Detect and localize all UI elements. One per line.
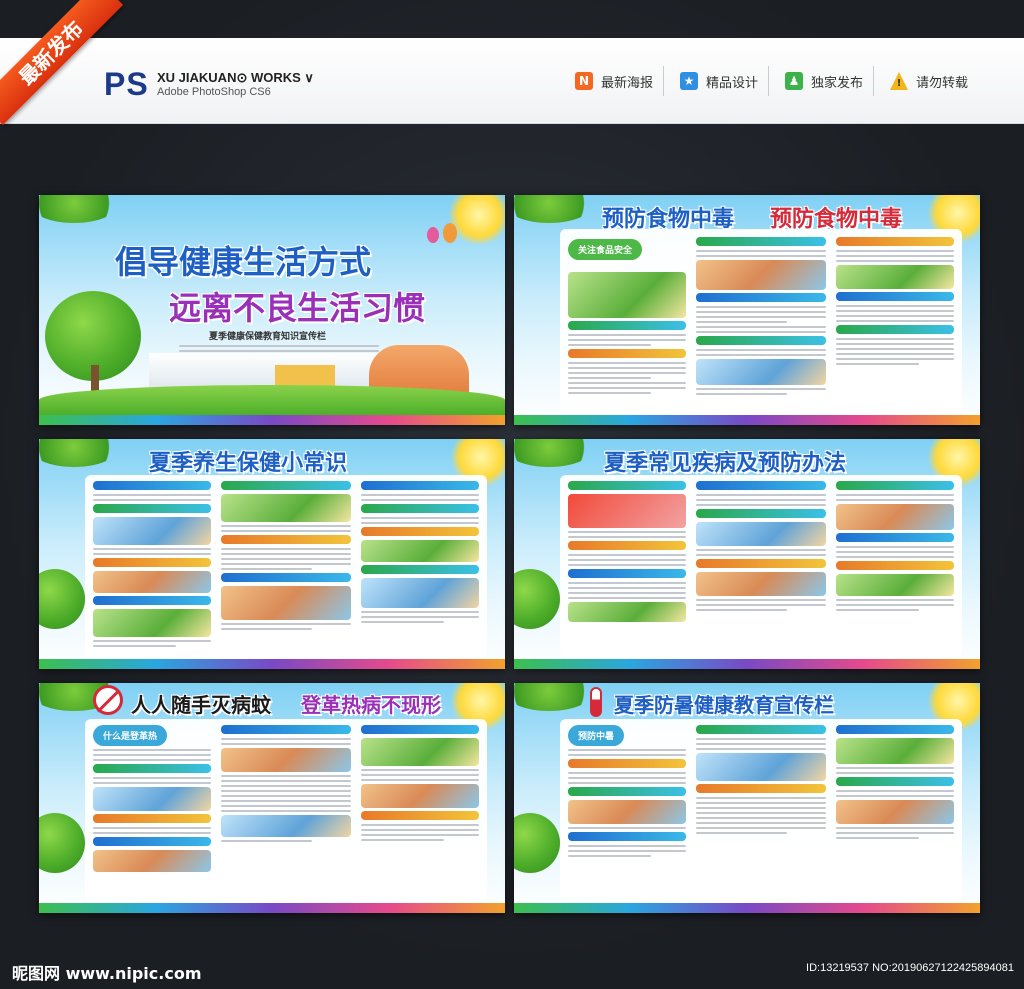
color-strip bbox=[514, 903, 980, 913]
tree-illustration bbox=[39, 569, 85, 629]
leaf-decoration bbox=[514, 439, 594, 467]
no-mosquito-icon bbox=[93, 685, 123, 715]
logo-title: XU JIAKUAN⊙ WORKS ∨ bbox=[157, 70, 314, 85]
warning-icon: ! bbox=[890, 72, 908, 90]
thermometer-icon bbox=[590, 687, 602, 717]
nav-item-exclusive[interactable]: ♟ 独家发布 bbox=[785, 68, 863, 94]
poster-dengue-prevention: 人人随手灭病蚊 登革热病不现形 什么是登革热 bbox=[39, 683, 505, 913]
divider bbox=[663, 66, 664, 96]
column bbox=[361, 481, 479, 626]
poster-heatstroke-prevention: 夏季防暑健康教育宣传栏 预防中暑 bbox=[514, 683, 980, 913]
poster-title: 夏季养生保健小常识 bbox=[149, 451, 348, 476]
grass-ground bbox=[39, 385, 505, 415]
column bbox=[696, 725, 826, 837]
content-board: 预防中暑 bbox=[560, 719, 962, 901]
leaf-decoration bbox=[514, 195, 594, 223]
topic-tag: 关注食品安全 bbox=[568, 239, 643, 260]
topic-tag: 预防中暑 bbox=[568, 725, 625, 746]
tree-illustration bbox=[514, 813, 560, 873]
content-board bbox=[560, 475, 962, 657]
watermark-logo: 昵图网 www.nipic.com bbox=[12, 964, 202, 983]
poster-title-a: 人人随手灭病蚊 bbox=[131, 693, 271, 717]
nav-item-latest[interactable]: N 最新海报 bbox=[575, 68, 653, 94]
column bbox=[93, 481, 211, 650]
topic-tag: 什么是登革热 bbox=[93, 725, 168, 746]
poster-summer-health-tips: 夏季养生保健小常识 bbox=[39, 439, 505, 669]
nav-label: 请勿转载 bbox=[916, 75, 969, 91]
nav-label: 独家发布 bbox=[811, 75, 864, 91]
poster-title-line2: 远离不良生活习惯 bbox=[169, 289, 426, 327]
sun-icon bbox=[449, 195, 505, 245]
column bbox=[568, 481, 686, 625]
star-icon: ★ bbox=[680, 72, 698, 90]
balloon-icon bbox=[443, 223, 457, 243]
poster-summer-diseases: 夏季常见疾病及预防办法 bbox=[514, 439, 980, 669]
n-badge-icon: N bbox=[575, 72, 593, 90]
divider bbox=[873, 66, 874, 96]
poster-title: 夏季常见疾病及预防办法 bbox=[604, 451, 847, 476]
nav-label: 精品设计 bbox=[706, 75, 759, 91]
content-board: 什么是登革热 bbox=[85, 719, 487, 901]
poster-title: 夏季防暑健康教育宣传栏 bbox=[614, 693, 834, 717]
balloon-icon bbox=[427, 227, 439, 243]
content-board: 关注食品安全 bbox=[560, 229, 962, 415]
column bbox=[568, 749, 686, 860]
leaf-decoration bbox=[39, 439, 119, 467]
poster-food-poisoning: 预防食物中毒 预防食物中毒 关注食品安全 bbox=[514, 195, 980, 425]
column bbox=[836, 725, 954, 842]
nav-item-no-repost[interactable]: ! 请勿转载 bbox=[890, 68, 968, 94]
tree-illustration bbox=[514, 569, 560, 629]
column bbox=[93, 749, 211, 875]
color-strip bbox=[39, 415, 505, 425]
color-strip bbox=[39, 659, 505, 669]
logo-subtitle: Adobe PhotoShop CS6 bbox=[157, 86, 271, 98]
color-strip bbox=[514, 659, 980, 669]
column bbox=[568, 269, 686, 397]
divider bbox=[768, 66, 769, 96]
poster-healthy-lifestyle: 倡导健康生活方式 远离不良生活习惯 夏季健康保健教育知识宣传栏 bbox=[39, 195, 505, 425]
column bbox=[221, 481, 351, 633]
ribbon-label: 最新发布 bbox=[0, 0, 124, 126]
user-icon: ♟ bbox=[785, 72, 803, 90]
header-bar bbox=[0, 38, 1024, 124]
color-strip bbox=[514, 415, 980, 425]
column bbox=[836, 237, 954, 368]
leaf-decoration bbox=[514, 683, 594, 711]
column bbox=[696, 481, 826, 614]
poster-subtitle: 夏季健康保健教育知识宣传栏 bbox=[209, 332, 327, 342]
tree-illustration bbox=[39, 813, 85, 873]
nav-item-featured[interactable]: ★ 精品设计 bbox=[680, 68, 758, 94]
poster-title-b: 登革热病不现形 bbox=[301, 693, 441, 717]
image-id: ID:13219537 NO:20190627122425894081 bbox=[806, 962, 1014, 974]
leaf-decoration bbox=[39, 195, 119, 223]
column bbox=[221, 725, 351, 845]
content-board bbox=[85, 475, 487, 657]
column bbox=[836, 481, 954, 614]
column bbox=[361, 725, 479, 844]
column bbox=[696, 237, 826, 398]
poster-title-line1: 倡导健康生活方式 bbox=[115, 243, 372, 281]
nav-label: 最新海报 bbox=[601, 75, 654, 91]
city-skyline bbox=[149, 353, 379, 389]
color-strip bbox=[39, 903, 505, 913]
corner-ribbon: 最新发布 bbox=[0, 0, 130, 130]
